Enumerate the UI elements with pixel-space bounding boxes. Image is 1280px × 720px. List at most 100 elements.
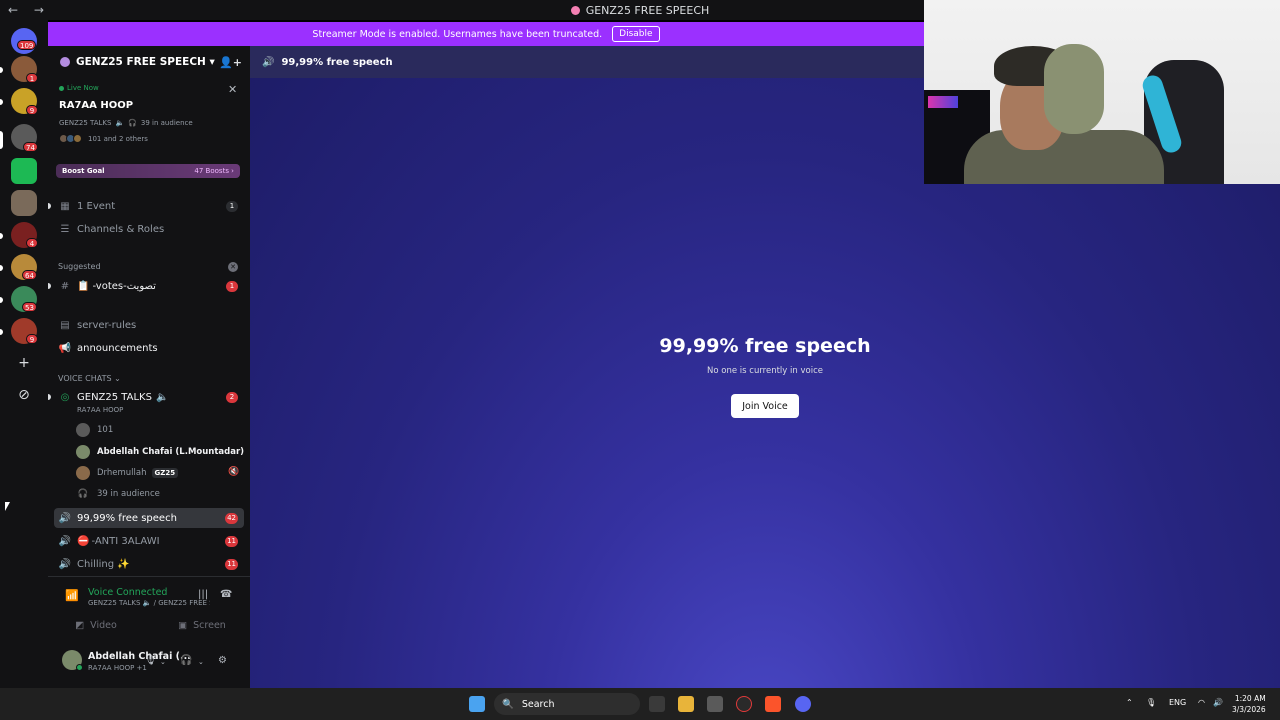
voice-channel-free-speech[interactable]: 🔊 99,99% free speech 42 (54, 508, 244, 528)
channel-announcements[interactable]: 📢 announcements (48, 338, 250, 358)
chilling-label: Chilling ✨ (77, 558, 130, 570)
voice-channel-anti[interactable]: 🔊 ⛔ -ANTI 3ALAWI 11 (48, 531, 250, 551)
wifi-icon[interactable]: ◠ (1198, 698, 1205, 707)
voice-user-name: Abdellah Chafai (L.Mountadar) (97, 447, 245, 457)
unread-pill (0, 329, 3, 335)
rgb-lights (928, 96, 958, 108)
disable-button[interactable]: Disable (612, 26, 660, 42)
join-voice-button[interactable]: Join Voice (731, 394, 799, 418)
unread-pill (0, 99, 3, 105)
brave-icon[interactable] (765, 696, 781, 712)
live-channel: GENZ25 TALKS (59, 119, 112, 127)
server-icon-4[interactable] (11, 158, 37, 184)
muted-icon: 🔇 (228, 467, 240, 477)
user-name[interactable]: Abdellah Chafai (... (88, 651, 191, 662)
microphone-icon[interactable]: 🎙 (1146, 698, 1156, 707)
live-status: Live Now (59, 84, 99, 92)
events-label: 1 Event (77, 200, 116, 212)
suggested-header: Suggested (58, 262, 101, 271)
voice-channel-genz-talks[interactable]: ◎ GENZ25 TALKS 🔈 2 (48, 387, 250, 407)
headphones-icon: 🎧 (77, 489, 89, 499)
disconnect-icon[interactable]: ☎ (220, 589, 232, 600)
unread-indicator (48, 283, 51, 289)
boost-count: 47 Boosts › (194, 167, 234, 175)
invite-icon[interactable]: 👤+ (219, 56, 242, 69)
window-title-group: GENZ25 FREE SPEECH (570, 3, 710, 17)
speaker-icon: 🔊 (58, 512, 72, 524)
volume-icon[interactable]: 🔊 (1213, 698, 1223, 707)
windows-taskbar: 🔍 Search ⌃ 🎙 ENG ◠ 🔊 1:20 AM 3/3/2026 (0, 688, 1280, 720)
screen-button[interactable]: ▣ Screen (154, 617, 250, 633)
avatar (76, 445, 90, 459)
chevron-down-icon[interactable]: ⌄ (198, 658, 204, 666)
window-title: GENZ25 FREE SPEECH (585, 3, 710, 17)
channels-roles-label: Channels & Roles (77, 223, 165, 235)
voice-user-name: 101 (97, 425, 114, 435)
file-explorer-icon[interactable] (678, 696, 694, 712)
gear-icon[interactable]: ⚙ (218, 655, 227, 666)
channel-votes-label: -votes-تصويت (92, 280, 156, 292)
genz-talks-label: GENZ25 TALKS (77, 391, 152, 403)
server-badge: 9 (26, 105, 38, 115)
server-name: GENZ25 FREE SPEECH ▾ (76, 56, 215, 68)
anti-label: -ANTI 3ALAWI (91, 535, 160, 547)
task-view-icon[interactable] (649, 696, 665, 712)
video-button[interactable]: ◩ Video (48, 617, 144, 633)
events-row[interactable]: ▦ 1 Event 1 (48, 196, 250, 216)
live-participants[interactable]: 101 and 2 others (59, 134, 148, 143)
nav-arrows[interactable]: ← → (8, 3, 50, 17)
language-indicator[interactable]: ENG (1169, 698, 1186, 707)
system-clock[interactable]: 1:20 AM 3/3/2026 (1232, 693, 1266, 715)
channel-votes[interactable]: # 📋 -votes-تصويت 1 (48, 276, 250, 296)
voice-user[interactable]: Drhemullah GZ25 (76, 463, 179, 483)
chevron-down-icon[interactable]: ⌄ (160, 658, 166, 666)
headphones-icon[interactable]: 🎧 (180, 655, 192, 666)
live-label: Live Now (67, 84, 99, 92)
server-badge-icon (60, 57, 70, 67)
channel-server-rules[interactable]: ▤ server-rules (48, 315, 250, 335)
participants-label: 101 and 2 others (88, 134, 148, 143)
channel-empty-text: No one is currently in voice (707, 366, 823, 376)
start-icon[interactable] (469, 696, 485, 712)
server-icon (570, 5, 580, 15)
voice-channel-chilling[interactable]: 🔊 Chilling ✨ 11 (48, 554, 250, 574)
live-host[interactable]: RA7AA HOOP (59, 100, 133, 111)
voice-user[interactable]: Abdellah Chafai (L.Mountadar) (76, 442, 244, 462)
online-status-icon (76, 664, 83, 671)
screen-icon: ▣ (178, 619, 188, 631)
audience-row[interactable]: 🎧 39 in audience (76, 484, 160, 504)
close-icon[interactable]: ✕ (228, 83, 237, 96)
add-server-icon[interactable]: + (16, 355, 32, 371)
free-speech-count: 42 (225, 512, 238, 524)
list-icon: ☰ (60, 223, 70, 235)
headset (1044, 44, 1104, 134)
microphone-icon[interactable]: 🎙 (144, 655, 157, 666)
banner-text: Streamer Mode is enabled. Usernames have… (312, 28, 603, 40)
server-icon-5[interactable] (11, 190, 37, 216)
discord-icon[interactable] (795, 696, 811, 712)
user-status: RA7AA HOOP +1 (88, 664, 147, 672)
server-badge: 53 (22, 302, 37, 312)
voice-location[interactable]: GENZ25 TALKS 🔈 / GENZ25 FREE SPE... (88, 599, 210, 607)
noise-suppression-icon[interactable]: ||| (198, 589, 208, 600)
app-icon[interactable] (736, 696, 752, 712)
server-badge: 4 (26, 238, 38, 248)
taskbar-search[interactable]: 🔍 Search (494, 693, 640, 715)
chevron-up-icon[interactable]: ⌃ (1126, 698, 1133, 707)
dismiss-suggested-icon[interactable]: ✕ (228, 262, 238, 272)
video-icon: ◩ (75, 619, 85, 631)
user-panel: Abdellah Chafai (... RA7AA HOOP +1 🎙 ⌄ 🎧… (48, 642, 250, 684)
camera-icon[interactable] (707, 696, 723, 712)
server-header[interactable]: GENZ25 FREE SPEECH ▾ 👤+ (48, 46, 250, 78)
chilling-count: 11 (225, 558, 238, 570)
server-rules-label: server-rules (77, 319, 137, 331)
channels-roles-row[interactable]: ☰ Channels & Roles (48, 219, 250, 239)
unread-indicator (48, 203, 51, 209)
live-dot-icon (59, 85, 64, 91)
voice-status[interactable]: Voice Connected (88, 587, 167, 598)
signal-icon[interactable]: 📶 (65, 589, 79, 602)
discover-icon[interactable]: ⊘ (16, 387, 32, 403)
voice-chats-header[interactable]: VOICE CHATS ⌄ (58, 374, 121, 383)
boost-goal-bar[interactable]: Boost Goal 47 Boosts › (56, 164, 240, 178)
voice-user[interactable]: 101 (76, 420, 113, 440)
